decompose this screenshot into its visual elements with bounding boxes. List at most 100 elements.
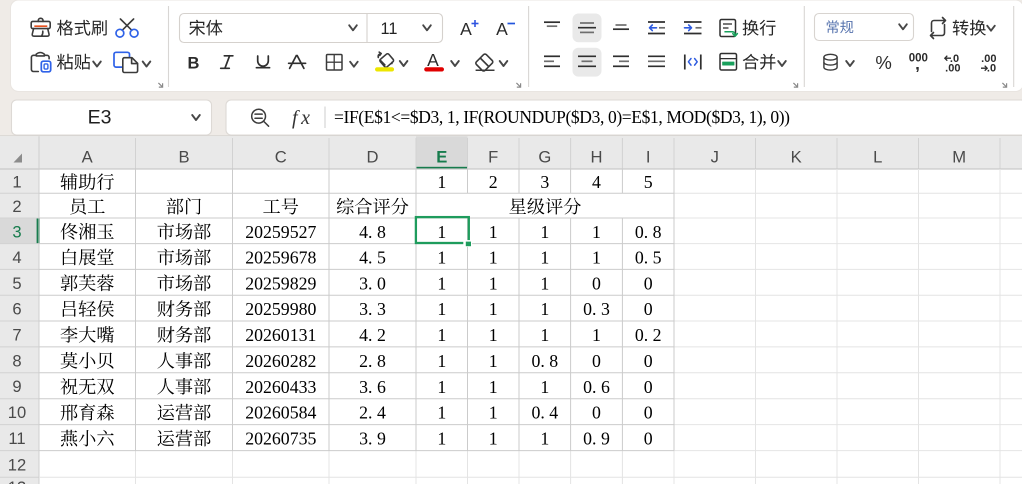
- svg-text:20259678: 20259678: [245, 248, 316, 268]
- svg-text:20259527: 20259527: [245, 222, 316, 242]
- svg-text:1: 1: [437, 299, 446, 319]
- svg-text:B: B: [178, 148, 189, 167]
- svg-text:0. 6: 0. 6: [583, 377, 610, 397]
- svg-text:2: 2: [489, 172, 498, 192]
- svg-text:2. 4: 2. 4: [359, 403, 386, 423]
- svg-text:.00: .00: [945, 63, 960, 75]
- svg-text:3: 3: [12, 222, 21, 241]
- svg-text:4. 2: 4. 2: [359, 325, 386, 345]
- svg-text:20260131: 20260131: [245, 325, 316, 345]
- svg-text:fx: fx: [292, 107, 310, 129]
- svg-text:0. 8: 0. 8: [635, 222, 662, 242]
- svg-text:20260282: 20260282: [245, 351, 316, 371]
- svg-text:4: 4: [12, 248, 21, 267]
- svg-text:1: 1: [540, 299, 549, 319]
- svg-text:20260584: 20260584: [245, 403, 316, 423]
- svg-text:1: 1: [489, 403, 498, 423]
- svg-text:10: 10: [8, 403, 26, 422]
- svg-text:3. 6: 3. 6: [359, 377, 386, 397]
- svg-text:1: 1: [437, 248, 446, 268]
- svg-text:B: B: [188, 55, 200, 73]
- svg-text:1: 1: [437, 377, 446, 397]
- svg-text:2. 8: 2. 8: [359, 351, 386, 371]
- svg-text:H: H: [591, 148, 603, 167]
- svg-text:A: A: [496, 19, 508, 39]
- svg-text:4. 5: 4. 5: [359, 248, 386, 268]
- svg-text:0. 3: 0. 3: [583, 299, 610, 319]
- svg-text:8: 8: [12, 351, 21, 370]
- svg-text:D: D: [367, 148, 379, 167]
- svg-text:1: 1: [592, 222, 601, 242]
- svg-text:=IF(E$1<=$D3, 1, IF(ROUNDUP($D: =IF(E$1<=$D3, 1, IF(ROUNDUP($D3, 0)=E$1,…: [334, 107, 790, 127]
- svg-text:7: 7: [12, 325, 21, 344]
- svg-text:0. 8: 0. 8: [531, 351, 558, 371]
- svg-text:1: 1: [540, 377, 549, 397]
- svg-text:1: 1: [437, 429, 446, 449]
- svg-text:1: 1: [540, 273, 549, 293]
- svg-text:A: A: [427, 50, 439, 70]
- svg-text:3. 0: 3. 0: [359, 273, 386, 293]
- svg-text:A: A: [460, 19, 472, 39]
- svg-text:3. 9: 3. 9: [359, 429, 386, 449]
- svg-text:0: 0: [644, 351, 653, 371]
- svg-text:1: 1: [540, 248, 549, 268]
- svg-text:1: 1: [489, 248, 498, 268]
- svg-text:L: L: [873, 148, 882, 167]
- svg-text:5: 5: [12, 274, 21, 293]
- svg-text:0. 5: 0. 5: [635, 248, 662, 268]
- svg-text:1: 1: [12, 173, 21, 192]
- svg-text:9: 9: [12, 377, 21, 396]
- svg-text:6: 6: [12, 300, 21, 319]
- svg-text:1: 1: [489, 325, 498, 345]
- svg-text:E3: E3: [88, 107, 112, 129]
- svg-text:E: E: [436, 148, 447, 167]
- svg-text:,: ,: [915, 55, 920, 74]
- svg-text:1: 1: [437, 403, 446, 423]
- svg-text:1: 1: [540, 325, 549, 345]
- svg-text:0: 0: [644, 403, 653, 423]
- svg-text:1: 1: [489, 299, 498, 319]
- svg-text:11: 11: [381, 20, 398, 38]
- svg-text:3. 3: 3. 3: [359, 299, 386, 319]
- svg-text:4. 8: 4. 8: [359, 222, 386, 242]
- svg-text:%: %: [875, 52, 891, 73]
- svg-text:0: 0: [592, 403, 601, 423]
- svg-text:1: 1: [437, 351, 446, 371]
- svg-text:0: 0: [644, 429, 653, 449]
- svg-text:12: 12: [8, 455, 26, 474]
- svg-text:0: 0: [644, 377, 653, 397]
- svg-text:1: 1: [489, 273, 498, 293]
- svg-text:0: 0: [644, 273, 653, 293]
- svg-text:C: C: [275, 148, 287, 167]
- svg-text:20259980: 20259980: [245, 299, 316, 319]
- svg-text:0. 2: 0. 2: [635, 325, 662, 345]
- svg-text:0. 9: 0. 9: [583, 429, 610, 449]
- svg-text:K: K: [791, 148, 802, 167]
- svg-text:20260433: 20260433: [245, 377, 316, 397]
- svg-text:11: 11: [8, 429, 25, 448]
- svg-text:M: M: [952, 148, 966, 167]
- svg-text:3: 3: [540, 172, 549, 192]
- svg-text:1: 1: [437, 325, 446, 345]
- svg-text:1: 1: [437, 222, 446, 242]
- svg-text:1: 1: [489, 377, 498, 397]
- svg-text:1: 1: [540, 429, 549, 449]
- svg-text:5: 5: [644, 172, 653, 192]
- svg-text:0: 0: [644, 299, 653, 319]
- svg-text:13: 13: [8, 478, 26, 484]
- svg-text:A: A: [82, 148, 94, 167]
- svg-text:4: 4: [592, 172, 601, 192]
- svg-text:1: 1: [489, 429, 498, 449]
- svg-text:1: 1: [592, 248, 601, 268]
- svg-text:I: I: [646, 148, 651, 167]
- svg-text:G: G: [538, 148, 551, 167]
- svg-text:F: F: [488, 148, 498, 167]
- svg-text:.0: .0: [987, 63, 996, 75]
- svg-text:1: 1: [540, 222, 549, 242]
- svg-text:1: 1: [437, 172, 446, 192]
- svg-text:2: 2: [12, 197, 21, 216]
- svg-text:20259829: 20259829: [245, 273, 316, 293]
- svg-text:0: 0: [592, 273, 601, 293]
- svg-text:0. 4: 0. 4: [531, 403, 558, 423]
- svg-text:J: J: [711, 148, 719, 167]
